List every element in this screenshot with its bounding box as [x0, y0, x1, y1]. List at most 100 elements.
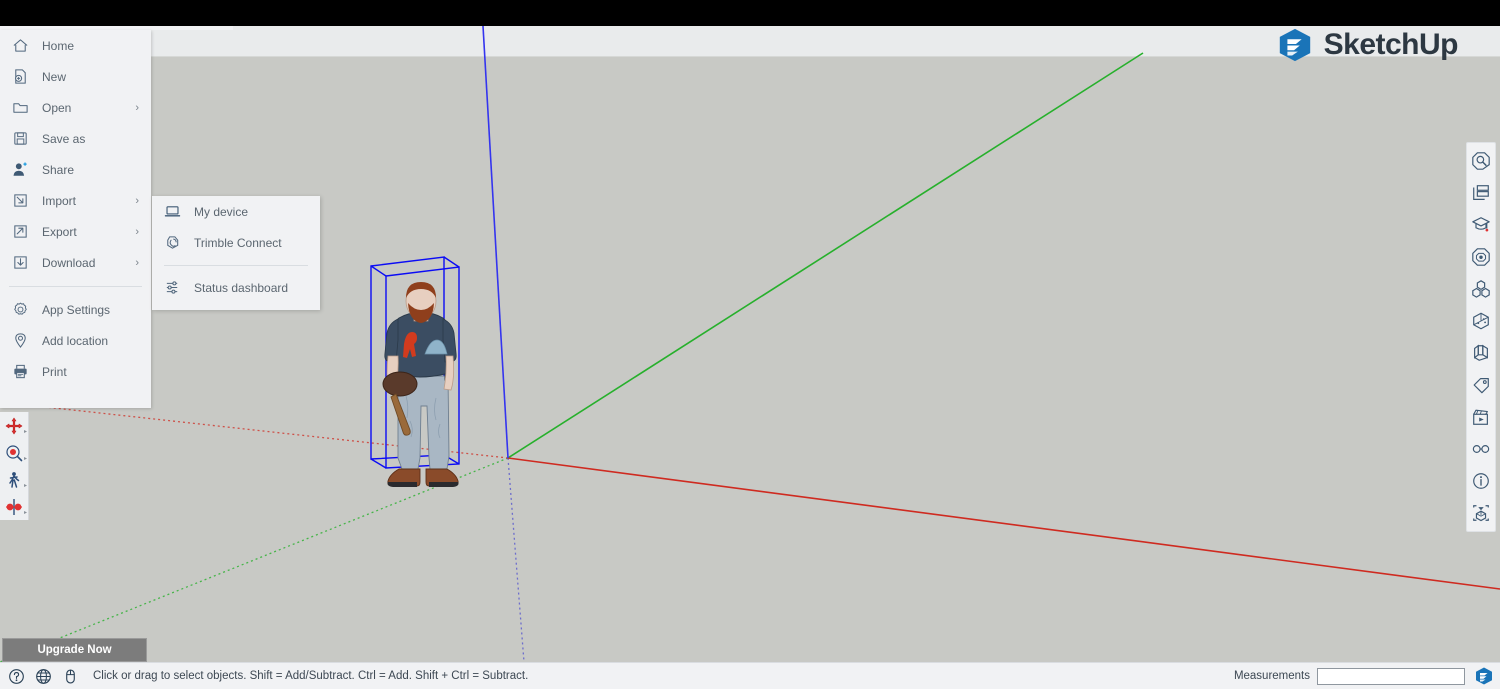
chevron-right-icon: ›: [135, 257, 139, 269]
download-icon: [9, 252, 31, 274]
scenes-film-icon: [1471, 407, 1491, 427]
submenu-divider: [164, 265, 308, 266]
status-bar: Click or drag to select objects. Shift =…: [0, 662, 1500, 689]
submenu-item-trimble-connect[interactable]: Trimble Connect: [152, 227, 320, 258]
brand-name: SketchUp: [1324, 28, 1458, 62]
submenu-item-status-dashboard[interactable]: Status dashboard: [152, 272, 320, 303]
menu-label: Open: [42, 101, 71, 115]
submenu-label: Status dashboard: [194, 281, 288, 295]
glasses-icon: [1471, 439, 1491, 459]
walk-icon: [5, 471, 23, 489]
menu-label: Save as: [42, 132, 85, 146]
submenu-label: My device: [194, 205, 248, 219]
menu-divider: [9, 286, 142, 287]
measurements-group: Measurements: [1234, 663, 1494, 689]
export-icon: [9, 221, 31, 243]
move-icon: [5, 417, 23, 435]
tag-icon: [1471, 375, 1491, 395]
layers-stack-icon: [1471, 183, 1491, 203]
top-bar: [0, 0, 1500, 26]
menu-label: Share: [42, 163, 74, 177]
submenu-label: Trimble Connect: [194, 236, 282, 250]
gear-icon: [9, 299, 31, 321]
orbit-icon: [5, 444, 23, 462]
trimble-connect-icon: [161, 232, 183, 254]
styles-cube-icon: [1471, 343, 1491, 363]
cube-search-icon: [1471, 151, 1491, 171]
menu-label: New: [42, 70, 66, 84]
search-panel-button[interactable]: [1467, 145, 1495, 177]
sliders-icon: [161, 277, 183, 299]
download-submenu: My device Trimble Connect Status dashboa…: [152, 196, 320, 310]
tool-flyout-caret-icon: ▸: [24, 455, 27, 462]
target-cube-icon: [1471, 247, 1491, 267]
menu-item-open[interactable]: Open ›: [0, 92, 151, 123]
menu-label: Print: [42, 365, 67, 379]
printer-icon: [9, 361, 31, 383]
right-panel-rail: [1466, 142, 1496, 532]
menu-label: Export: [42, 225, 77, 239]
info-circle-icon: [1471, 471, 1491, 491]
tool-flyout-caret-icon: ▸: [24, 428, 27, 435]
display-panel-button[interactable]: [1467, 433, 1495, 465]
add-person-icon: [9, 159, 31, 181]
info-panel-button[interactable]: [1467, 465, 1495, 497]
model-viewport[interactable]: [0, 26, 1500, 662]
materials-panel-button[interactable]: [1467, 305, 1495, 337]
tags-panel-button[interactable]: [1467, 369, 1495, 401]
sketchup-logo-icon: [1276, 26, 1314, 64]
export-box-icon: [1471, 503, 1491, 523]
menu-label: Add location: [42, 334, 108, 348]
globe-icon[interactable]: [32, 665, 54, 687]
menu-label: Home: [42, 39, 74, 53]
floppy-icon: [9, 128, 31, 150]
home-icon: [9, 35, 31, 57]
orbit-tool[interactable]: ▸: [0, 439, 28, 466]
laptop-icon: [161, 201, 183, 223]
upgrade-now-button[interactable]: Upgrade Now: [2, 638, 147, 662]
import-icon: [9, 190, 31, 212]
menu-label: Download: [42, 256, 95, 270]
graduation-cap-icon: [1471, 215, 1491, 235]
menu-item-new[interactable]: New: [0, 61, 151, 92]
map-pin-icon: [9, 330, 31, 352]
tool-flyout-caret-icon: ▸: [24, 509, 27, 516]
menu-item-save-as[interactable]: Save as: [0, 123, 151, 154]
chevron-right-icon: ›: [135, 226, 139, 238]
menu-item-export[interactable]: Export ›: [0, 216, 151, 247]
move-tool[interactable]: ▸: [0, 412, 28, 439]
components-panel-button[interactable]: [1467, 273, 1495, 305]
chevron-right-icon: ›: [135, 195, 139, 207]
menu-item-add-location[interactable]: Add location: [0, 325, 151, 356]
walk-tool[interactable]: ▸: [0, 466, 28, 493]
scenes-panel-button[interactable]: [1467, 401, 1495, 433]
menu-item-import[interactable]: Import ›: [0, 185, 151, 216]
export-panel-button[interactable]: [1467, 497, 1495, 529]
measurements-label: Measurements: [1234, 670, 1310, 682]
menu-item-share[interactable]: Share: [0, 154, 151, 185]
submenu-item-my-device[interactable]: My device: [152, 196, 320, 227]
menu-item-download[interactable]: Download ›: [0, 247, 151, 278]
sketchup-brand: SketchUp: [1276, 26, 1458, 64]
left-tool-rail: ▸ ▸ ▸ ▸: [0, 412, 29, 520]
file-menu-panel: Home New Open › Save as Share Import: [0, 30, 151, 408]
question-circle-icon[interactable]: [5, 665, 27, 687]
menu-label: Import: [42, 194, 76, 208]
entity-info-panel-button[interactable]: [1467, 177, 1495, 209]
chevron-right-icon: ›: [135, 102, 139, 114]
new-file-icon: [9, 66, 31, 88]
menu-item-print[interactable]: Print: [0, 356, 151, 387]
tool-flyout-caret-icon: ▸: [24, 482, 27, 489]
materials-cube-icon: [1471, 311, 1491, 331]
instructor-panel-button[interactable]: [1467, 241, 1495, 273]
menu-item-home[interactable]: Home: [0, 30, 151, 61]
menu-label: App Settings: [42, 303, 110, 317]
section-plane-tool[interactable]: ▸: [0, 493, 28, 520]
mouse-icon[interactable]: [59, 665, 81, 687]
menu-item-app-settings[interactable]: App Settings: [0, 294, 151, 325]
styles-panel-button[interactable]: [1467, 337, 1495, 369]
components-icon: [1471, 279, 1491, 299]
axes-and-model: [0, 26, 1500, 662]
measurements-input[interactable]: [1317, 668, 1465, 685]
learn-panel-button[interactable]: [1467, 209, 1495, 241]
